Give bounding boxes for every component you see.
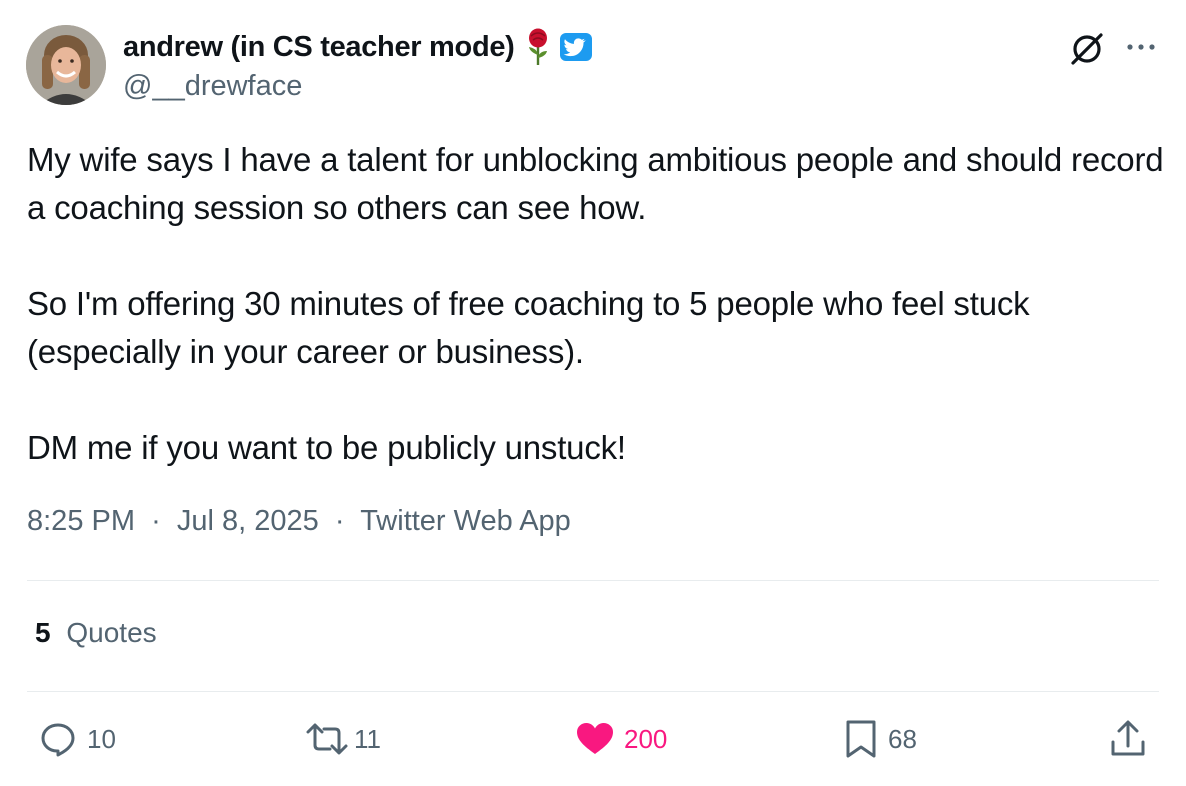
tweet-source[interactable]: Twitter Web App — [360, 505, 571, 537]
retweet-count: 11 — [354, 723, 381, 754]
like-button[interactable]: 200 — [574, 718, 667, 760]
tweet-text: My wife says I have a talent for unblock… — [27, 136, 1167, 472]
tweet-meta: 8:25 PM · Jul 8, 2025 · Twitter Web App — [27, 505, 571, 538]
share-button[interactable] — [1108, 718, 1148, 760]
bookmark-count: 68 — [888, 723, 917, 754]
tweet-paragraph: DM me if you want to be publicly unstuck… — [27, 429, 626, 466]
tweet-paragraph: My wife says I have a talent for unblock… — [27, 141, 1164, 226]
verified-badge-icon[interactable] — [559, 32, 593, 62]
author-name-row[interactable]: andrew (in CS teacher mode) — [123, 28, 593, 66]
bookmark-icon — [842, 718, 880, 760]
avatar[interactable] — [26, 25, 106, 105]
share-icon — [1108, 718, 1148, 760]
more-icon[interactable] — [1124, 30, 1158, 64]
bookmark-button[interactable]: 68 — [842, 718, 917, 760]
retweet-icon — [304, 718, 350, 760]
display-name[interactable]: andrew (in CS teacher mode) — [123, 31, 515, 64]
reply-count: 10 — [87, 723, 116, 754]
quotes-link[interactable]: 5 Quotes — [35, 617, 157, 649]
heart-icon — [574, 718, 616, 760]
divider — [27, 691, 1159, 692]
tweet-card: andrew (in CS teacher mode) @__drewface — [0, 0, 1186, 786]
tweet-paragraph: So I'm offering 30 minutes of free coach… — [27, 285, 1030, 370]
reply-button[interactable]: 10 — [37, 718, 116, 760]
retweet-button[interactable]: 11 — [304, 718, 381, 760]
grok-icon[interactable] — [1068, 30, 1106, 68]
rose-icon — [525, 28, 551, 66]
divider — [27, 580, 1159, 581]
meta-separator: · — [326, 505, 353, 537]
like-count: 200 — [624, 723, 668, 754]
quotes-count: 5 — [35, 617, 51, 648]
meta-separator: · — [143, 505, 169, 537]
reply-icon — [37, 718, 79, 760]
tweet-time[interactable]: 8:25 PM — [27, 505, 135, 537]
author-handle[interactable]: @__drewface — [123, 70, 302, 103]
tweet-date[interactable]: Jul 8, 2025 — [177, 505, 319, 537]
quotes-label: Quotes — [66, 617, 157, 648]
